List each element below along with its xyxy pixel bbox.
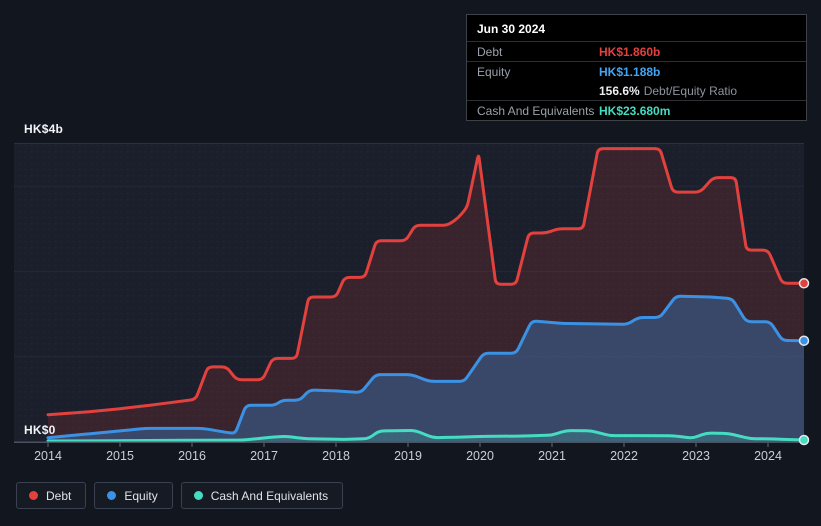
tooltip-equity-value: HK$1.188b xyxy=(599,65,661,79)
y-axis-label-4b: HK$4b xyxy=(24,122,64,136)
tooltip-equity-label: Equity xyxy=(477,65,511,79)
x-tick-label-2020: 2020 xyxy=(466,449,494,463)
x-tick-label-2015: 2015 xyxy=(106,449,134,463)
legend-item-cash[interactable]: Cash And Equivalents xyxy=(180,482,344,509)
tooltip-ratio-value: 156.6% xyxy=(599,84,640,98)
x-tick-label-2023: 2023 xyxy=(682,449,710,463)
chart-tooltip: Jun 30 2024 Debt HK$1.860b Equity HK$1.1… xyxy=(466,14,807,121)
x-tick-label-2019: 2019 xyxy=(394,449,422,463)
x-tick-label-2014: 2014 xyxy=(34,449,62,463)
legend-cash-swatch xyxy=(193,491,203,500)
tooltip-date: Jun 30 2024 xyxy=(467,15,806,42)
x-tick-label-2016: 2016 xyxy=(178,449,206,463)
debt-end-dot xyxy=(798,278,810,289)
equity-end-dot xyxy=(798,335,810,346)
legend-item-equity[interactable]: Equity xyxy=(94,482,173,509)
tooltip-ratio: 156.6% Debt/Equity Ratio xyxy=(599,84,737,98)
legend-item-debt[interactable]: Debt xyxy=(16,482,87,509)
tooltip-row-cash: Cash And Equivalents HK$23.680m xyxy=(467,101,806,120)
y-axis-label-0: HK$0 xyxy=(24,423,56,437)
tooltip-row-equity: Equity HK$1.188b xyxy=(467,62,806,81)
legend-cash-label: Cash And Equivalents xyxy=(210,488,329,503)
tooltip-row-debt: Debt HK$1.860b xyxy=(467,42,806,62)
legend-debt-label: Debt xyxy=(46,488,72,503)
x-tick-label-2018: 2018 xyxy=(322,449,350,463)
tooltip-row-ratio: 156.6% Debt/Equity Ratio xyxy=(467,81,806,101)
tooltip-debt-label: Debt xyxy=(477,45,503,59)
chart-legend: Debt Equity Cash And Equivalents xyxy=(16,482,344,509)
x-tick-label-2024: 2024 xyxy=(754,449,782,463)
cash-end-dot xyxy=(798,434,810,446)
legend-debt-swatch xyxy=(29,491,38,500)
x-tick-label-2017: 2017 xyxy=(250,449,278,463)
x-tick-label-2021: 2021 xyxy=(538,449,566,463)
legend-equity-label: Equity xyxy=(124,488,158,503)
x-tick-label-2022: 2022 xyxy=(610,449,638,463)
tooltip-cash-label: Cash And Equivalents xyxy=(477,104,595,118)
legend-equity-swatch xyxy=(107,491,117,500)
debt-equity-history-chart: 2014 2015 2016 2017 2018 2019 2020 2021 2022 2023… xyxy=(0,0,821,526)
tooltip-ratio-label: Debt/Equity Ratio xyxy=(643,84,738,98)
tooltip-cash-value: HK$23.680m xyxy=(599,104,671,118)
tooltip-debt-value: HK$1.860b xyxy=(599,45,661,59)
